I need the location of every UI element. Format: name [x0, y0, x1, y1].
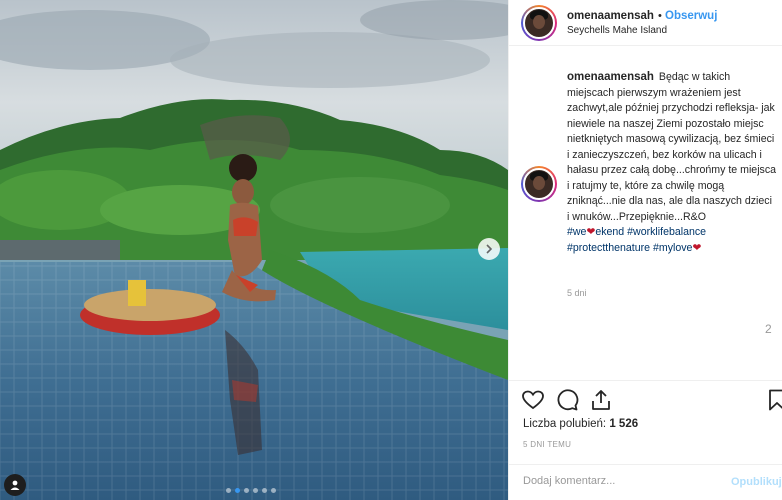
add-comment-bar: Opublikuj	[509, 464, 782, 500]
carousel-dot	[244, 488, 249, 493]
hashtag-mylove[interactable]: #mylove	[653, 242, 692, 254]
carousel-dot	[253, 488, 258, 493]
publish-button[interactable]: Opublikuj	[731, 476, 782, 488]
share-icon[interactable]	[589, 388, 613, 412]
hashtag-weekend[interactable]: #we❤ekend	[567, 226, 624, 238]
bookmark-icon[interactable]	[765, 388, 782, 412]
likes-number: 1 526	[609, 418, 639, 430]
likes-count[interactable]: Liczba polubień: 1 526	[523, 418, 638, 430]
photo-scene	[0, 0, 508, 500]
post-caption: omenaamensah Będąc w takich miejscach pi…	[567, 70, 777, 256]
post-header: omenaamensah • Obserwuj Seychells Mahe I…	[509, 0, 782, 46]
user-tag-icon	[10, 480, 20, 490]
author-username[interactable]: omenaamensah	[567, 10, 654, 22]
likes-label: Liczba polubień:	[523, 418, 607, 430]
post-details-panel: omenaamensah • Obserwuj Seychells Mahe I…	[508, 0, 782, 500]
comments-section: omenaamensah Będąc w takich miejscach pi…	[509, 46, 782, 386]
post-date[interactable]: 5 DNI TEMU	[523, 440, 571, 449]
caption-text: Będąc w takich miejscach pierwszym wraże…	[567, 71, 777, 223]
comment-icon[interactable]	[555, 388, 579, 412]
avatar[interactable]	[521, 166, 557, 202]
caption-time: 5 dni	[567, 288, 587, 298]
comment-input[interactable]	[523, 475, 713, 487]
next-photo-button[interactable]	[478, 238, 500, 260]
user-tag-button[interactable]	[4, 474, 26, 496]
heart-emoji: ❤	[692, 241, 702, 254]
hashtag-worklifebalance[interactable]: #worklifebalance	[627, 226, 706, 238]
carousel-dot	[271, 488, 276, 493]
action-bar	[509, 380, 782, 416]
heart-icon[interactable]	[521, 388, 545, 412]
follow-button[interactable]: Obserwuj	[665, 10, 717, 22]
caption-username[interactable]: omenaamensah	[567, 71, 654, 83]
carousel-dot	[235, 488, 240, 493]
side-number: 2	[765, 322, 772, 336]
hashtag-protectthenature[interactable]: #protectthenature	[567, 242, 650, 254]
carousel-dot	[226, 488, 231, 493]
avatar[interactable]	[521, 5, 557, 41]
separator-dot: •	[658, 10, 662, 22]
carousel-indicator	[226, 488, 276, 493]
location-link[interactable]: Seychells Mahe Island	[567, 25, 667, 36]
post-photo[interactable]	[0, 0, 508, 500]
chevron-right-icon	[486, 244, 493, 254]
carousel-dot	[262, 488, 267, 493]
